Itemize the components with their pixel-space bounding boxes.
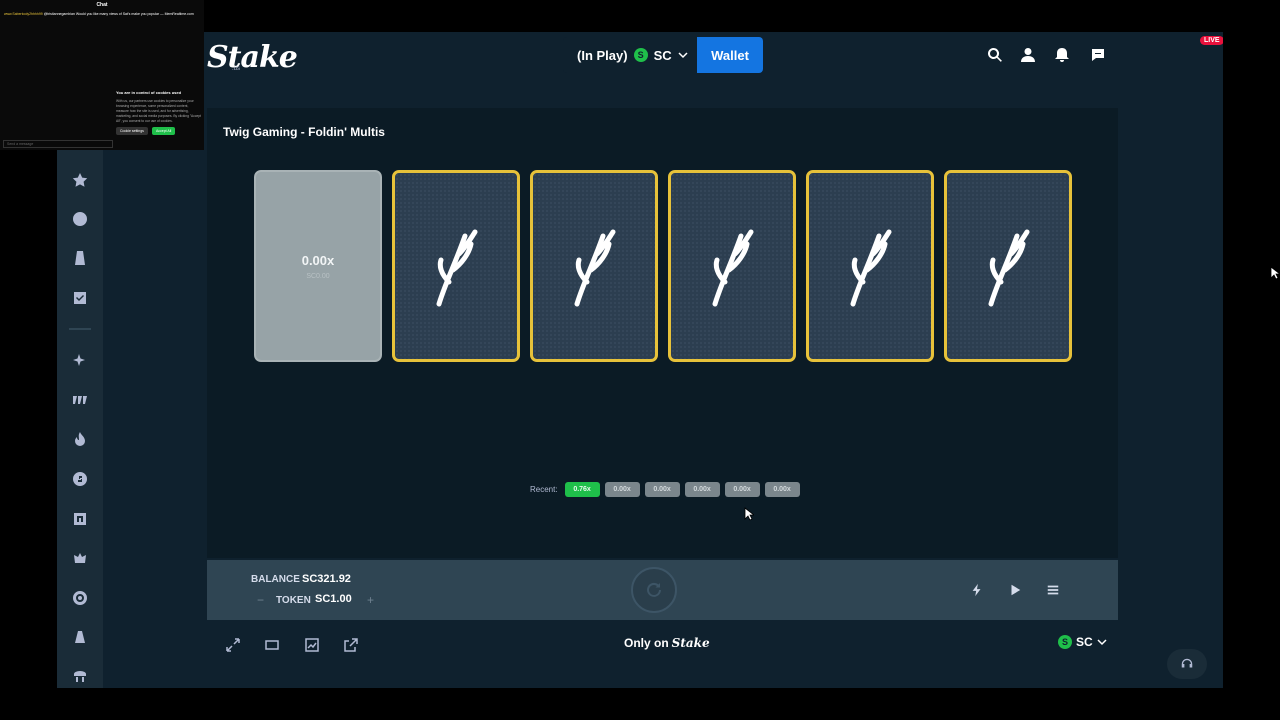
target-icon[interactable] xyxy=(70,588,90,608)
mouse-cursor-icon xyxy=(1270,266,1280,280)
game-title: Twig Gaming - Foldin' Multis xyxy=(223,125,385,139)
footer-currency-selector[interactable]: S SC xyxy=(1058,635,1107,649)
cookie-accept-button[interactable]: Accept All xyxy=(151,127,176,135)
recent-chip: 0.00x xyxy=(684,482,720,497)
logo-sub: .us xyxy=(232,66,241,72)
twig-icon xyxy=(712,229,754,307)
footer-currency-label: SC xyxy=(1076,635,1093,649)
recent-label: Recent: xyxy=(530,485,558,494)
stream-chat-overlay: Chat www.Sabertooly2hhhh99 @tristiannega… xyxy=(0,0,204,150)
recent-chip: 0.00x xyxy=(604,482,640,497)
sparkle-icon[interactable] xyxy=(70,350,90,370)
dice-icon[interactable] xyxy=(70,469,90,489)
support-button[interactable] xyxy=(1167,649,1207,679)
stats-icon[interactable] xyxy=(303,636,321,654)
theatre-mode-icon[interactable] xyxy=(263,636,281,654)
hidden-card[interactable] xyxy=(944,170,1072,362)
game-footer: Only on Stake S SC xyxy=(207,620,1118,668)
balance-label: BALANCE xyxy=(251,574,300,585)
clock-icon[interactable] xyxy=(70,209,90,229)
chat-message: www.Sabertooly2hhhh99 @tristiannegambian… xyxy=(4,12,202,16)
only-on-stake: Only on Stake xyxy=(624,636,710,650)
token-decrease-button[interactable]: − xyxy=(257,593,264,607)
hidden-card[interactable] xyxy=(392,170,520,362)
balance-value: SC321.92 xyxy=(302,573,351,585)
in-play-label: (In Play) xyxy=(577,47,628,63)
card-multiplier: 0.00x xyxy=(301,252,335,268)
sc-coin-icon: S xyxy=(633,48,648,62)
star-icon[interactable] xyxy=(70,170,90,190)
fire-icon[interactable] xyxy=(70,429,90,449)
recent-chip: 0.00x xyxy=(644,482,680,497)
table-icon[interactable] xyxy=(70,666,90,686)
user-icon[interactable] xyxy=(1019,46,1037,64)
cookie-banner: You are in control of cookies used With … xyxy=(116,90,202,146)
flame-icon[interactable] xyxy=(70,549,90,569)
play-round-button[interactable] xyxy=(631,567,677,613)
mouse-cursor-icon xyxy=(744,507,754,521)
chat-username: www.Sabertooly2hhhh99 xyxy=(4,12,43,16)
slots-icon[interactable] xyxy=(70,390,90,410)
recent-chip: 0.00x xyxy=(764,482,800,497)
headset-icon xyxy=(1181,658,1193,668)
hidden-card[interactable] xyxy=(806,170,934,362)
currency-label: SC xyxy=(653,47,672,63)
lightning-icon xyxy=(972,583,981,597)
revealed-card: 0.00x SC0.00 xyxy=(254,170,382,362)
chevron-down-icon xyxy=(678,52,688,59)
stake-mini-logo: Stake xyxy=(671,636,710,650)
chevron-down-icon xyxy=(1097,639,1107,646)
sidebar-divider xyxy=(69,328,91,330)
autoplay-button[interactable] xyxy=(1003,578,1027,602)
fullscreen-icon[interactable] xyxy=(224,636,242,654)
chat-icon[interactable] xyxy=(1089,46,1107,64)
refresh-icon xyxy=(647,582,661,597)
turbo-button[interactable] xyxy=(965,578,989,602)
chat-input[interactable]: Send a message xyxy=(3,140,113,148)
live-badge: LIVE xyxy=(1200,36,1223,45)
play-icon xyxy=(1011,584,1021,596)
menu-icon xyxy=(1047,585,1059,595)
recent-results: Recent: 0.76x 0.00x 0.00x 0.00x 0.00x 0.… xyxy=(530,482,800,497)
podium-icon[interactable] xyxy=(70,627,90,647)
cookie-title: You are in control of cookies used xyxy=(116,90,182,95)
trophy-icon[interactable] xyxy=(70,248,90,268)
only-on-label: Only on xyxy=(624,636,669,650)
twig-icon xyxy=(574,229,616,307)
popout-icon[interactable] xyxy=(342,636,360,654)
card-amount: SC0.00 xyxy=(306,272,330,280)
coupon-icon[interactable] xyxy=(70,288,90,308)
app-frame: Stake .us (In Play) S SC Wallet LIVE Twi… xyxy=(57,32,1223,688)
sc-coin-icon: S xyxy=(1058,635,1072,649)
game-controls: BALANCE SC321.92 − TOKEN SC1.00 + xyxy=(207,560,1118,620)
badge-icon[interactable] xyxy=(70,509,90,529)
token-value: SC1.00 xyxy=(315,593,352,605)
token-increase-button[interactable]: + xyxy=(367,593,374,607)
recent-chip: 0.00x xyxy=(724,482,760,497)
cookie-text: With us, our partners use cookies to per… xyxy=(116,99,202,123)
cookie-settings-button[interactable]: Cookie settings xyxy=(116,127,148,135)
twig-icon xyxy=(988,229,1030,307)
stake-logo[interactable]: Stake xyxy=(207,40,298,75)
balance-selector[interactable]: (In Play) S SC xyxy=(563,37,697,73)
hidden-card[interactable] xyxy=(668,170,796,362)
wallet-button[interactable]: Wallet xyxy=(697,37,763,73)
search-icon[interactable] xyxy=(986,46,1004,64)
chat-title: Chat xyxy=(96,2,108,8)
chat-message-text: @tristiannegambian Would you like many v… xyxy=(43,12,194,16)
twig-icon xyxy=(850,229,892,307)
recent-chip: 0.76x xyxy=(564,482,600,497)
game-panel: Twig Gaming - Foldin' Multis 0.00x SC0.0… xyxy=(207,108,1118,558)
token-label: TOKEN xyxy=(276,595,311,606)
menu-button[interactable] xyxy=(1041,578,1065,602)
bell-icon[interactable] xyxy=(1053,46,1071,64)
twig-icon xyxy=(436,229,478,307)
hidden-card[interactable] xyxy=(530,170,658,362)
